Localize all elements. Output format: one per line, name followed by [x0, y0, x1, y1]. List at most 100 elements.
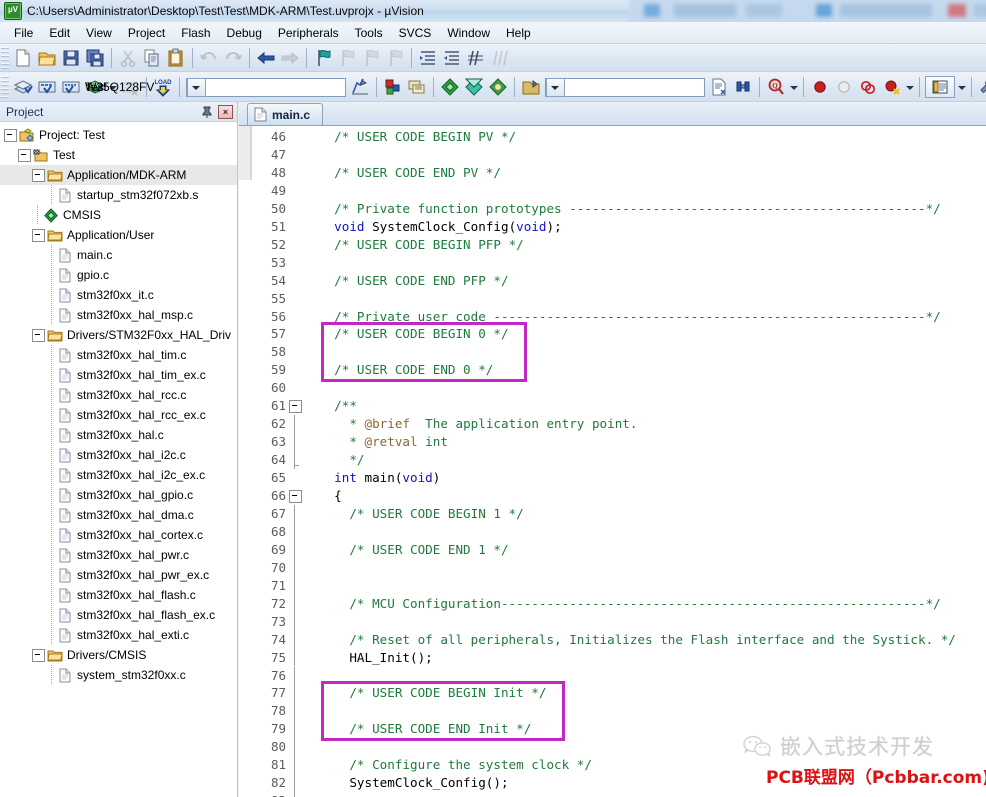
load-download-button[interactable]: LOAD: [152, 76, 174, 98]
breakpoint-kill-button[interactable]: [881, 76, 903, 98]
debug-binoculars-button[interactable]: [732, 76, 754, 98]
code-line[interactable]: void SystemClock_Config(void);: [319, 218, 562, 236]
arrow-right-button[interactable]: [279, 47, 301, 69]
tree-item[interactable]: stm32f0xx_hal_exti.c: [0, 625, 237, 645]
bookmark-down-button[interactable]: [360, 47, 382, 69]
code-line[interactable]: HAL_Init();: [319, 649, 432, 667]
menu-help[interactable]: Help: [498, 24, 539, 42]
tree-collapse-toggle[interactable]: [18, 148, 31, 162]
tree-item[interactable]: stm32f0xx_hal.c: [0, 425, 237, 445]
flash-config-button[interactable]: [520, 76, 542, 98]
code-line[interactable]: * @brief The application entry point.: [319, 415, 637, 433]
tree-item[interactable]: startup_stm32f072xb.s: [0, 185, 237, 205]
code-line[interactable]: /* USER CODE BEGIN PFP */: [319, 236, 524, 254]
tree-item[interactable]: stm32f0xx_hal_i2c.c: [0, 445, 237, 465]
tree-item[interactable]: Drivers/STM32F0xx_HAL_Driv: [0, 325, 237, 345]
tree-item[interactable]: CMSIS: [0, 205, 237, 225]
chevron-down-icon[interactable]: [546, 77, 565, 97]
menu-peripherals[interactable]: Peripherals: [270, 24, 347, 42]
tree-collapse-toggle[interactable]: [32, 648, 45, 662]
window-layout-dropdown-arrow[interactable]: [956, 76, 967, 98]
tree-item[interactable]: stm32f0xx_hal_dma.c: [0, 505, 237, 525]
indent-right-button[interactable]: [417, 47, 439, 69]
wrench-button[interactable]: [977, 76, 986, 98]
tree-item[interactable]: system_stm32f0xx.c: [0, 665, 237, 685]
pack-installer-button[interactable]: [439, 76, 461, 98]
code-line[interactable]: * @retval int: [319, 433, 448, 451]
manage-project-button[interactable]: [382, 76, 404, 98]
tree-item[interactable]: stm32f0xx_hal_flash_ex.c: [0, 605, 237, 625]
code-line[interactable]: /* USER CODE END PFP */: [319, 272, 508, 290]
pushpin-icon[interactable]: [200, 105, 214, 119]
tree-item[interactable]: Project: Test: [0, 125, 237, 145]
tree-item[interactable]: stm32f0xx_hal_msp.c: [0, 305, 237, 325]
save-all-button[interactable]: [84, 47, 106, 69]
fold-toggle-icon[interactable]: [289, 490, 302, 503]
open-folder-button[interactable]: [36, 47, 58, 69]
new-file-button[interactable]: [12, 47, 34, 69]
project-tree[interactable]: Project: Test Test Application/MDK-ARM star…: [0, 122, 237, 797]
tree-item[interactable]: stm32f0xx_hal_pwr_ex.c: [0, 565, 237, 585]
breakpoint-ring-button[interactable]: [857, 76, 879, 98]
code-line[interactable]: /* USER CODE END PV */: [319, 164, 501, 182]
build-target-button[interactable]: [36, 76, 58, 98]
menu-debug[interactable]: Debug: [219, 24, 270, 42]
redo-button[interactable]: [222, 47, 244, 69]
menu-svcs[interactable]: SVCS: [391, 24, 440, 42]
menu-view[interactable]: View: [78, 24, 120, 42]
bookmark-flag-button[interactable]: [312, 47, 334, 69]
code-line[interactable]: int main(void): [319, 469, 440, 487]
cut-button[interactable]: [117, 47, 139, 69]
tree-item[interactable]: stm32f0xx_hal_tim_ex.c: [0, 365, 237, 385]
tree-item[interactable]: stm32f0xx_hal_rcc_ex.c: [0, 405, 237, 425]
code-line[interactable]: SystemClock_Config();: [319, 774, 508, 792]
tree-collapse-toggle[interactable]: [4, 128, 17, 142]
target-options-button[interactable]: [349, 76, 371, 98]
code-line[interactable]: /* Configure the system clock */: [319, 756, 592, 774]
tree-collapse-toggle[interactable]: [32, 328, 45, 342]
rebuild-all-button[interactable]: [60, 76, 82, 98]
tree-item[interactable]: Application/User: [0, 225, 237, 245]
find-magnifier-button[interactable]: Q: [765, 76, 787, 98]
tree-collapse-toggle[interactable]: [32, 168, 45, 182]
bookmark-clear-button[interactable]: [384, 47, 406, 69]
menu-tools[interactable]: Tools: [347, 24, 391, 42]
code-line[interactable]: /* USER CODE BEGIN 1 */: [319, 505, 523, 523]
tree-item[interactable]: stm32f0xx_hal_pwr.c: [0, 545, 237, 565]
menu-project[interactable]: Project: [120, 24, 173, 42]
code-line[interactable]: /* USER CODE END 1 */: [319, 541, 508, 559]
toolbar-grip[interactable]: [1, 46, 9, 69]
software-packs-button[interactable]: [487, 76, 509, 98]
window-layout-button[interactable]: [925, 76, 955, 98]
find-dropdown-arrow[interactable]: [788, 76, 799, 98]
code-view[interactable]: 46 /* USER CODE BEGIN PV */ 47 48 /* USER …: [239, 126, 986, 797]
breakpoint-dropdown-arrow[interactable]: [904, 76, 915, 98]
tab-main-c[interactable]: main.c: [247, 103, 324, 125]
chevron-down-icon[interactable]: [187, 77, 206, 97]
code-line[interactable]: /* MCU Configuration--------------------…: [319, 595, 940, 613]
tree-item[interactable]: stm32f0xx_hal_i2c_ex.c: [0, 465, 237, 485]
tree-item[interactable]: Test: [0, 145, 237, 165]
code-line[interactable]: /* Reset of all peripherals, Initializes…: [319, 631, 956, 649]
copy-button[interactable]: [141, 47, 163, 69]
tree-item[interactable]: stm32f0xx_hal_tim.c: [0, 345, 237, 365]
tree-item[interactable]: gpio.c: [0, 265, 237, 285]
bookmark-up-button[interactable]: [336, 47, 358, 69]
save-button[interactable]: [60, 47, 82, 69]
uncomment-lines-button[interactable]: [489, 47, 511, 69]
tree-item[interactable]: stm32f0xx_it.c: [0, 285, 237, 305]
code-pane[interactable]: 46 /* USER CODE BEGIN PV */ 47 48 /* USER …: [239, 126, 986, 797]
tree-item[interactable]: Application/MDK-ARM: [0, 165, 237, 185]
code-line[interactable]: /**: [319, 397, 357, 415]
paste-button[interactable]: [165, 47, 187, 69]
code-line[interactable]: {: [319, 487, 342, 505]
tree-collapse-toggle[interactable]: [32, 228, 45, 242]
arrow-left-button[interactable]: [255, 47, 277, 69]
comment-lines-button[interactable]: [465, 47, 487, 69]
toolbar-grip[interactable]: [1, 76, 9, 98]
target-select[interactable]: Test: [85, 77, 346, 97]
document-button[interactable]: [708, 76, 730, 98]
tree-item[interactable]: stm32f0xx_hal_flash.c: [0, 585, 237, 605]
menu-flash[interactable]: Flash: [173, 24, 218, 42]
indent-left-button[interactable]: [441, 47, 463, 69]
